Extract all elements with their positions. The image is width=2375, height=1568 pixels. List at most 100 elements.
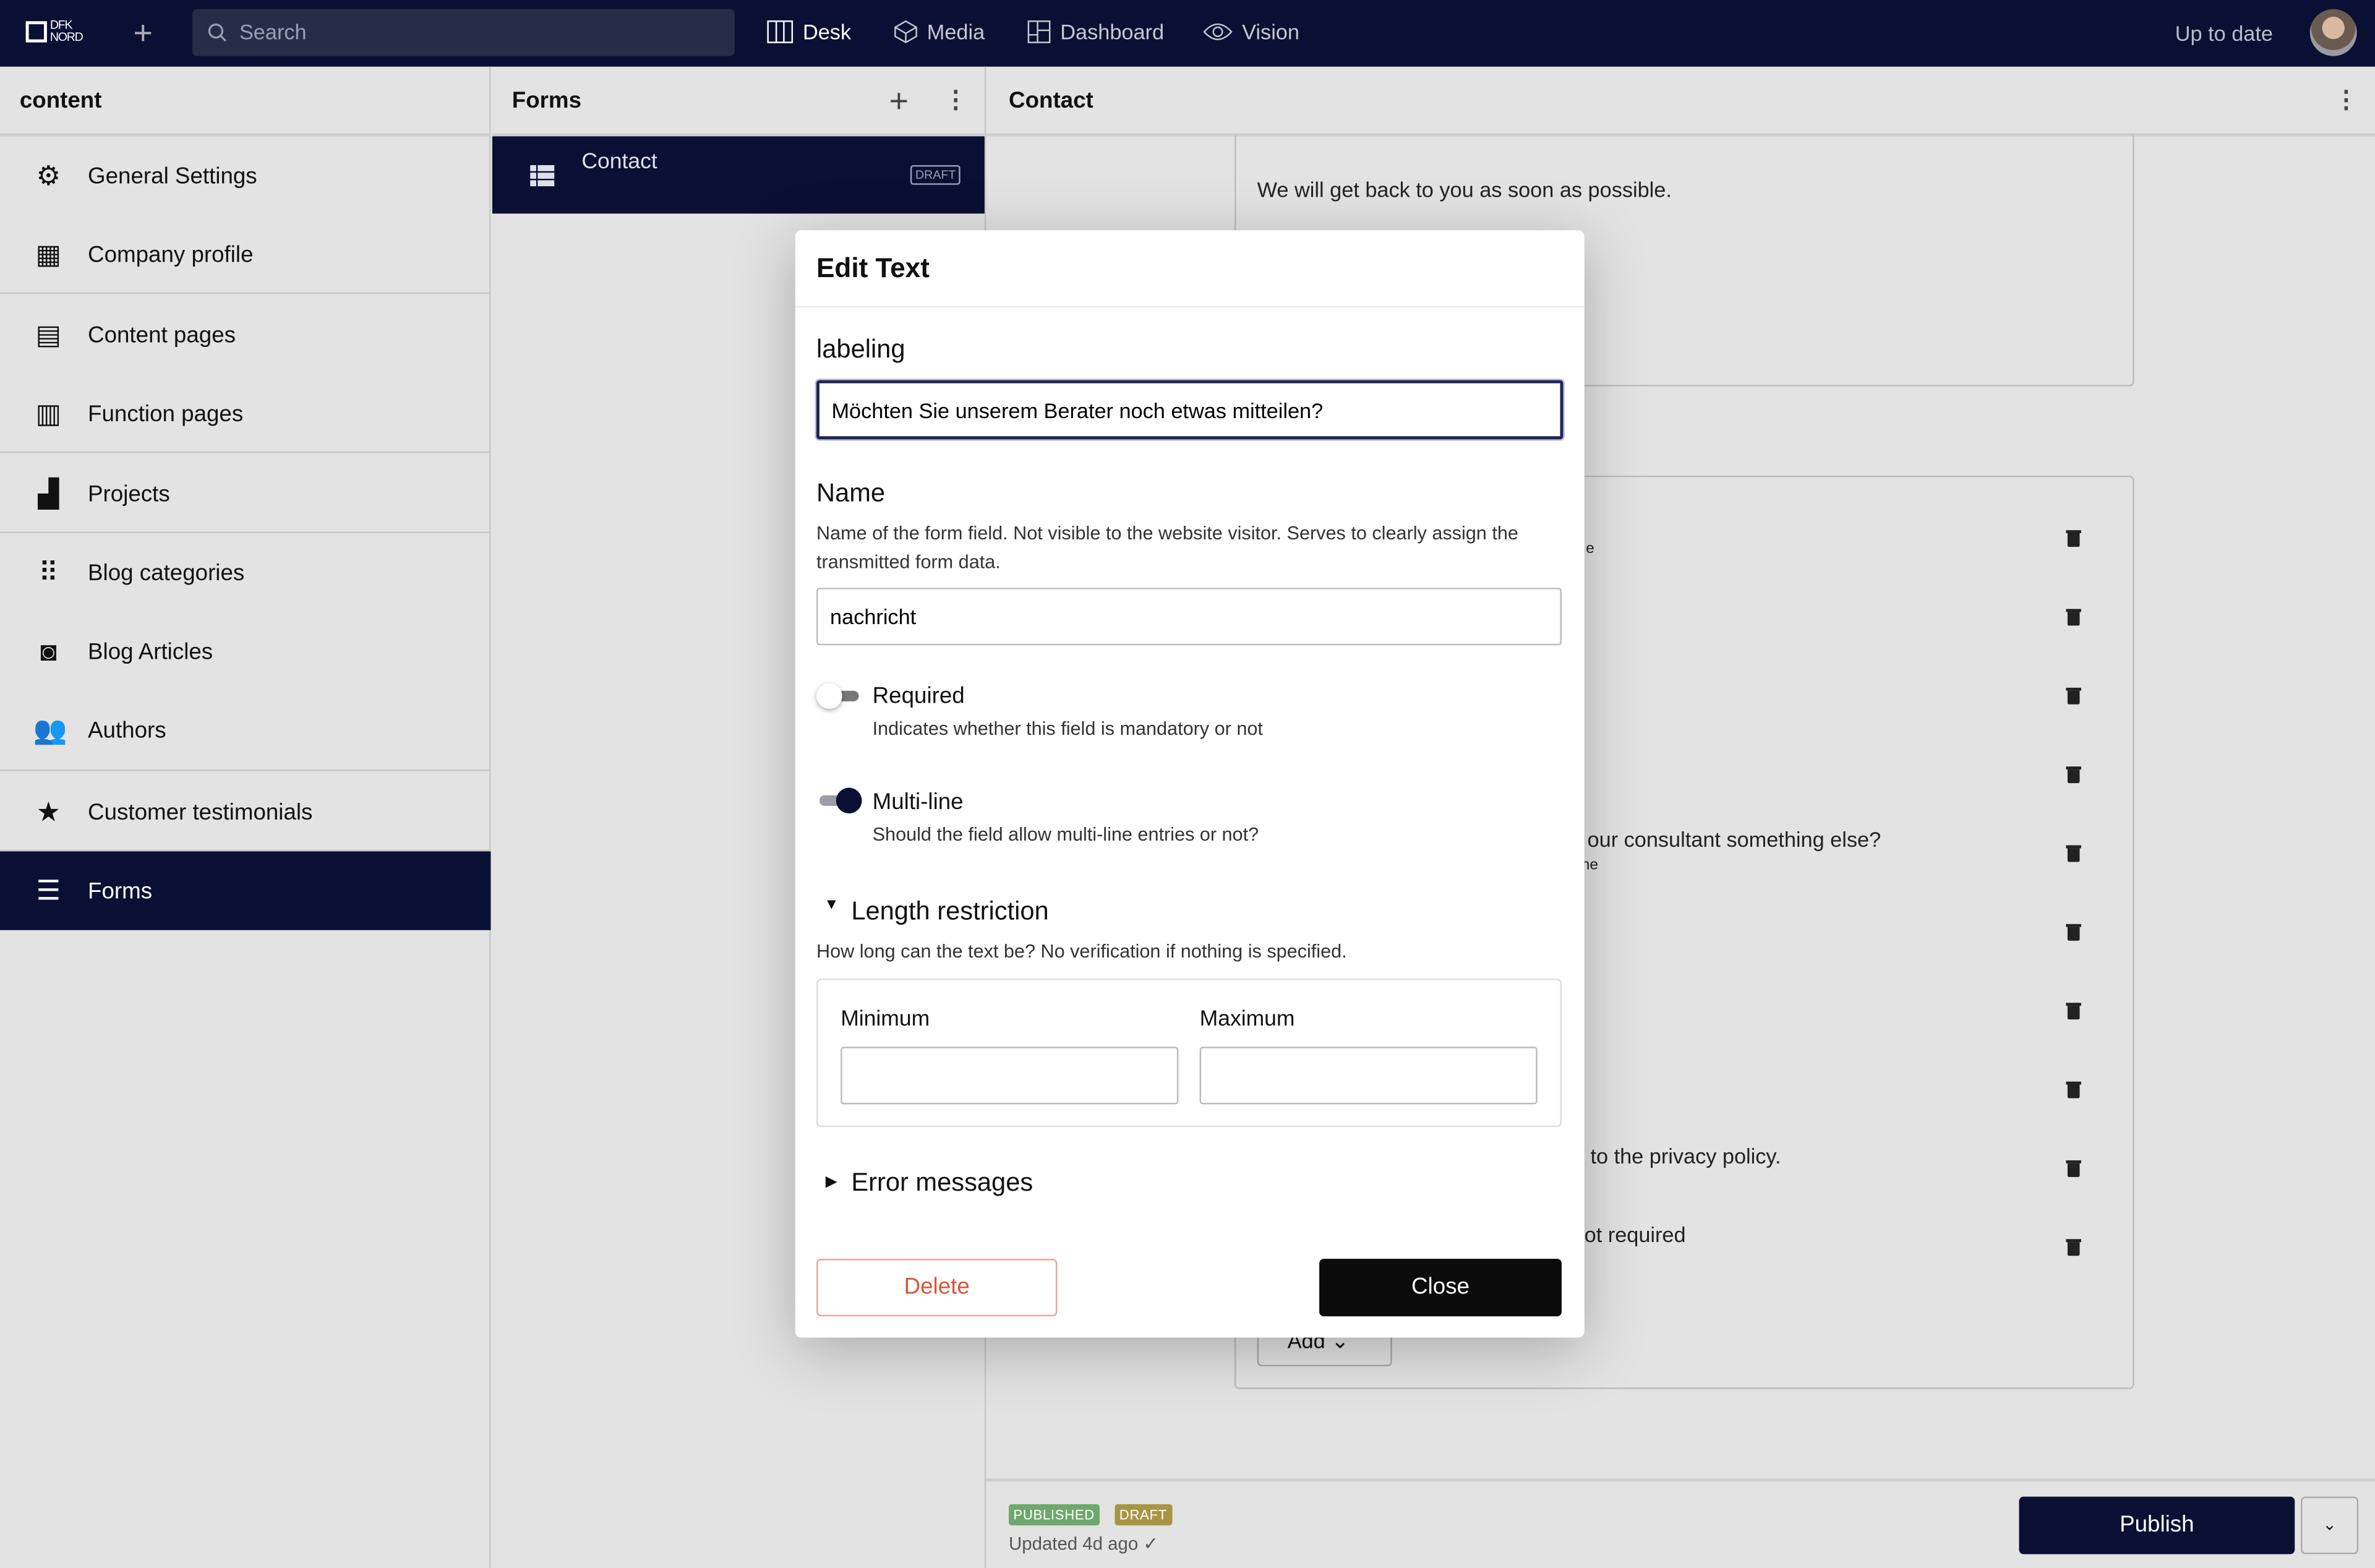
divider (0, 849, 491, 852)
trash-icon[interactable] (2066, 1081, 2081, 1099)
search-input[interactable]: Search (192, 9, 735, 56)
publish-menu-button[interactable]: ⌄ (2301, 1496, 2359, 1554)
multiline-description: Should the field allow multi-line entrie… (872, 824, 1259, 846)
length-restriction-toggle[interactable]: Length restriction (851, 897, 1048, 927)
nav-dashboard[interactable]: Dashboard (1027, 20, 1164, 44)
row-fragment: ot required (1584, 1222, 1686, 1247)
length-fieldset: Minimum Maximum (816, 979, 1562, 1128)
logo[interactable]: DFK NORD (25, 18, 90, 48)
name-label: Name (816, 478, 886, 508)
gear-icon: ⚙ (36, 160, 61, 191)
updated-status: Updated 4d ago ✓ (1009, 1533, 1158, 1554)
media-icon (894, 20, 917, 43)
list-item-contact[interactable]: Contact DRAFT (492, 136, 985, 214)
sidebar-item-label: Forms (88, 878, 153, 904)
draft-badge: DRAFT (1115, 1504, 1172, 1526)
page-icon: ▤ (35, 319, 62, 350)
document-menu-icon[interactable]: ⋮ (2334, 85, 2358, 115)
more-menu-icon[interactable]: ⋮ (944, 85, 968, 115)
trash-icon[interactable] (2066, 923, 2081, 941)
required-toggle[interactable] (816, 683, 862, 709)
publish-button[interactable]: Publish (2019, 1496, 2295, 1554)
grid-icon: ⠿ (38, 557, 59, 588)
close-button[interactable]: Close (1319, 1259, 1562, 1317)
required-label: Required (872, 683, 965, 709)
add-form-button[interactable]: + (889, 82, 909, 121)
trash-icon[interactable] (2066, 1003, 2081, 1020)
document-header: Contact ⋮ (986, 67, 2375, 137)
sidebar-item-company-profile[interactable]: ▦ Company profile (0, 215, 490, 294)
sidebar-item-label: General Settings (88, 163, 257, 189)
sidebar-item-general-settings[interactable]: ⚙ General Settings (0, 136, 490, 215)
building-icon: ▦ (35, 239, 62, 270)
forms-title: Forms (492, 67, 985, 137)
required-description: Indicates whether this field is mandator… (872, 718, 1263, 740)
city-icon: ▟ (38, 478, 59, 509)
sidebar-item-label: Content pages (88, 322, 236, 348)
divider (0, 531, 491, 534)
top-bar: DFK NORD + Search Desk Media Dashboard Vi… (0, 0, 2375, 67)
name-description: Name of the form field. Not visible to t… (816, 522, 1518, 573)
multiline-toggle[interactable] (816, 787, 862, 814)
sidebar-title: content (0, 67, 491, 137)
sidebar-item-projects[interactable]: ▟ Projects (0, 455, 490, 533)
nav-vision[interactable]: Vision (1203, 20, 1299, 44)
row-fragment: our consultant something else? (1587, 827, 1881, 852)
labeling-label: labeling (816, 335, 905, 364)
document-title: Contact (1009, 88, 1093, 114)
maximum-label: Maximum (1199, 1007, 1295, 1032)
trash-icon[interactable] (2066, 1239, 2081, 1256)
sidebar-item-label: Authors (88, 717, 166, 743)
nav-label: Media (926, 19, 985, 45)
delete-button[interactable]: Delete (816, 1259, 1058, 1317)
sidebar: content ⚙ General Settings ▦ Company profil… (0, 66, 491, 1568)
sidebar-item-function-pages[interactable]: ▥ Function pages (0, 374, 490, 453)
sidebar-item-content-pages[interactable]: ▤ Content pages (0, 296, 490, 374)
desk-icon (767, 20, 794, 43)
search-placeholder: Search (239, 19, 307, 45)
caret-down-icon[interactable]: ▼ (824, 897, 839, 914)
trash-icon[interactable] (2066, 687, 2081, 705)
sidebar-item-label: Projects (88, 481, 170, 507)
divider (0, 769, 491, 771)
caret-right-icon[interactable]: ▶ (826, 1174, 837, 1191)
sidebar-item-blog-categories[interactable]: ⠿ Blog categories (0, 533, 490, 612)
sidebar-item-label: Blog Articles (88, 638, 213, 664)
trash-icon[interactable] (2066, 766, 2081, 784)
sidebar-item-blog-articles[interactable]: ◙ Blog Articles (0, 612, 490, 690)
list-icon (530, 165, 555, 187)
document-icon: ▥ (35, 398, 62, 429)
nav-desk[interactable]: Desk (766, 20, 851, 44)
dashboard-icon (1027, 20, 1051, 43)
sidebar-item-label: Customer testimonials (88, 799, 313, 825)
divider (0, 451, 491, 453)
sidebar-item-forms[interactable]: ☰ Forms (0, 851, 491, 930)
blog-icon: ◙ (40, 636, 57, 667)
labeling-input[interactable] (816, 380, 1564, 440)
sidebar-item-label: Blog categories (88, 559, 245, 586)
dialog-title: Edit Text (795, 230, 1585, 308)
length-description: How long can the text be? No verificatio… (816, 940, 1347, 962)
star-icon: ★ (36, 797, 61, 828)
list-item-label: Contact (581, 150, 657, 174)
draft-badge: DRAFT (910, 165, 961, 185)
sync-status: Up to date (2175, 21, 2273, 46)
eye-icon (1203, 23, 1233, 40)
error-messages-toggle[interactable]: Error messages (851, 1168, 1033, 1198)
avatar[interactable] (2309, 9, 2357, 56)
name-input[interactable] (816, 588, 1562, 646)
row-fragment: to the privacy policy. (1590, 1143, 1781, 1168)
trash-icon[interactable] (2066, 530, 2081, 547)
multiline-label: Multi-line (872, 789, 964, 815)
create-new-button[interactable]: + (134, 14, 153, 53)
row-fragment: e (1586, 541, 1594, 558)
trash-icon[interactable] (2066, 1160, 2081, 1177)
sidebar-item-authors[interactable]: 👥 Authors (0, 691, 490, 769)
list-icon: ☰ (36, 875, 61, 906)
nav-media[interactable]: Media (894, 20, 985, 44)
maximum-input[interactable] (1199, 1047, 1538, 1105)
sidebar-item-customer-testimonials[interactable]: ★ Customer testimonials (0, 773, 490, 851)
minimum-input[interactable] (841, 1047, 1179, 1105)
trash-icon[interactable] (2066, 845, 2081, 862)
trash-icon[interactable] (2066, 609, 2081, 626)
